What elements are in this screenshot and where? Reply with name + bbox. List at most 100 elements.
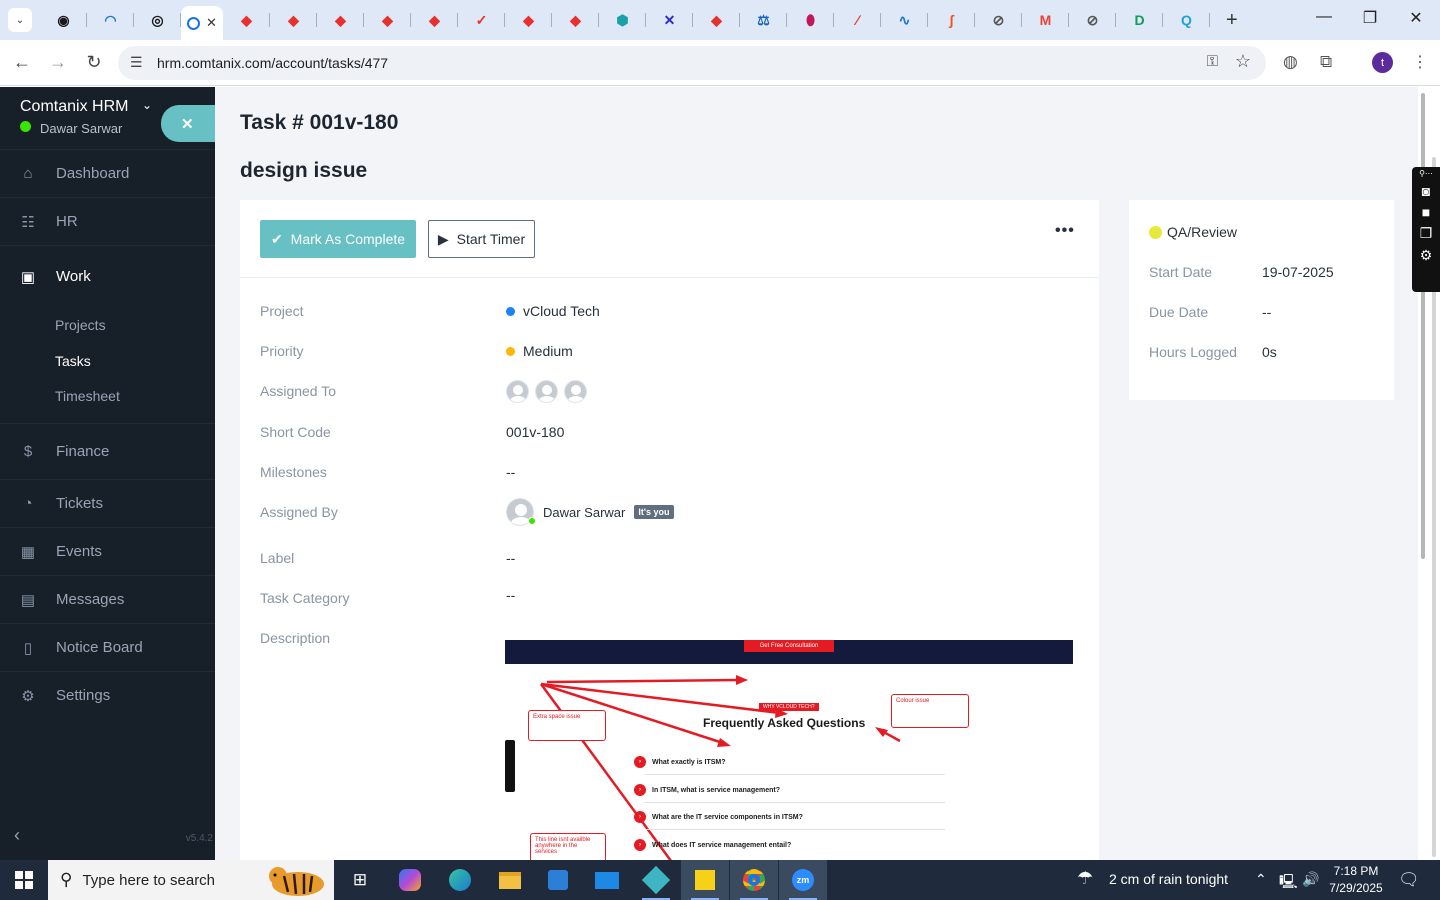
- notification-center-icon[interactable]: 🗨: [1398, 870, 1420, 890]
- search-placeholder: Type here to search: [82, 871, 216, 889]
- browser-tab[interactable]: ◆: [270, 6, 317, 34]
- globe-icon[interactable]: ◍: [1283, 52, 1298, 72]
- browser-tab[interactable]: ◆: [317, 6, 364, 34]
- browser-tab[interactable]: ⚖: [740, 6, 787, 34]
- site-settings-icon[interactable]: ☰: [130, 54, 143, 71]
- taskbar-search-box[interactable]: ⚲ Type here to search: [48, 860, 334, 900]
- browser-tab[interactable]: ⬮: [787, 6, 834, 34]
- faq-divider: [645, 802, 945, 803]
- camera-icon[interactable]: ◙: [1422, 183, 1430, 199]
- store-app-icon[interactable]: [534, 860, 582, 900]
- short-code-value: 001v-180: [506, 424, 565, 440]
- sidebar-item-dashboard[interactable]: ⌂ Dashboard: [0, 149, 215, 197]
- browser-tab[interactable]: ✕: [646, 6, 693, 34]
- browser-tab[interactable]: D: [1116, 6, 1163, 34]
- task-view-icon[interactable]: ⊞: [336, 860, 384, 900]
- minimize-button[interactable]: —: [1309, 8, 1339, 26]
- task-summary-card: QA/Review Start Date 19-07-2025 Due Date…: [1129, 200, 1394, 400]
- new-tab-button[interactable]: +: [1226, 9, 1238, 31]
- browser-tab[interactable]: ⊘: [975, 6, 1022, 34]
- project-link[interactable]: vCloud Tech: [523, 303, 600, 319]
- vscode-app-icon[interactable]: [632, 860, 680, 900]
- chrome-app-icon[interactable]: [730, 860, 778, 900]
- sidebar-item-hr[interactable]: ☷ HR: [0, 197, 215, 245]
- tab-search-chevron-icon[interactable]: ⌄: [8, 8, 32, 32]
- task-category-value: --: [506, 587, 516, 603]
- browser-tab[interactable]: ◆: [693, 6, 740, 34]
- browser-tab-active[interactable]: ✕: [181, 6, 223, 40]
- taskbar-clock[interactable]: 7:18 PM 7/29/2025: [1318, 863, 1394, 897]
- video-icon[interactable]: ■: [1422, 204, 1430, 220]
- network-icon[interactable]: 🖳: [1279, 871, 1298, 895]
- assignee-avatar[interactable]: [506, 380, 529, 403]
- browser-tab[interactable]: ✓: [458, 6, 505, 34]
- windows-start-button[interactable]: [0, 860, 48, 900]
- browser-tab[interactable]: ◎: [134, 6, 181, 34]
- restore-button[interactable]: ❐: [1355, 8, 1385, 28]
- weather-rain-icon[interactable]: ☂: [1077, 868, 1093, 889]
- sidebar-item-finance[interactable]: $ Finance: [0, 423, 215, 479]
- description-screenshot[interactable]: Get Free Consultation WHY VCLOUD TECH? F…: [505, 640, 1073, 860]
- sidebar-subitem-projects[interactable]: Projects: [0, 307, 215, 343]
- profile-avatar[interactable]: t: [1372, 52, 1393, 73]
- file-explorer-icon[interactable]: [486, 860, 534, 900]
- gear-icon[interactable]: ⚙: [1420, 247, 1433, 264]
- close-window-button[interactable]: ✕: [1401, 8, 1431, 28]
- tray-chevron-up-icon[interactable]: ⌃: [1255, 871, 1267, 888]
- mark-complete-button[interactable]: ✔ Mark As Complete: [260, 220, 416, 258]
- chevron-down-icon[interactable]: ⌄: [142, 98, 152, 112]
- url-text[interactable]: hrm.comtanix.com/account/tasks/477: [157, 55, 388, 71]
- collapse-sidebar-chevron-icon[interactable]: ‹: [14, 825, 20, 846]
- browser-tab[interactable]: ◆: [364, 6, 411, 34]
- browser-tab[interactable]: ◆: [411, 6, 458, 34]
- forward-arrow-icon[interactable]: →: [46, 52, 70, 73]
- browser-menu-icon[interactable]: ⋮: [1412, 52, 1428, 72]
- sidebar-subitem-timesheet[interactable]: Timesheet: [0, 379, 215, 423]
- sidebar-item-settings[interactable]: ⚙ Settings: [0, 671, 215, 719]
- close-tab-icon[interactable]: ✕: [206, 15, 217, 31]
- assignee-avatar[interactable]: [564, 380, 587, 403]
- calendar-icon: ▦: [20, 543, 36, 561]
- sidebar-subitem-tasks[interactable]: Tasks: [0, 343, 215, 379]
- copilot-app-icon[interactable]: [386, 860, 434, 900]
- browser-tab[interactable]: ∿: [881, 6, 928, 34]
- sticky-notes-icon[interactable]: [681, 860, 729, 900]
- link-icon[interactable]: ⚲⋯: [1419, 169, 1433, 178]
- back-arrow-icon[interactable]: ←: [10, 52, 34, 73]
- address-bar[interactable]: ☰ hrm.comtanix.com/account/tasks/477 ⚿ ☆: [118, 46, 1266, 80]
- window-icon[interactable]: ❐: [1420, 225, 1433, 242]
- assigner-name[interactable]: Dawar Sarwar: [543, 505, 625, 520]
- sidebar-item-events[interactable]: ▦ Events: [0, 527, 215, 575]
- browser-tab[interactable]: M: [1022, 6, 1069, 34]
- password-key-icon[interactable]: ⚿: [1207, 53, 1218, 70]
- browser-tab[interactable]: ◆: [505, 6, 552, 34]
- sidebar-item-work[interactable]: ▣ Work: [0, 245, 215, 307]
- play-icon: ▶: [437, 230, 449, 247]
- browser-tab[interactable]: ∕: [834, 6, 881, 34]
- scrollbar-thumb[interactable]: [1421, 93, 1425, 559]
- extensions-puzzle-icon[interactable]: ⧉: [1320, 52, 1332, 72]
- browser-tab[interactable]: ◆: [223, 6, 270, 34]
- browser-tab[interactable]: ◉: [40, 6, 87, 34]
- start-timer-button[interactable]: ▶ Start Timer: [428, 220, 535, 258]
- browser-tab[interactable]: ◠: [87, 6, 134, 34]
- company-name[interactable]: Comtanix HRM: [20, 98, 128, 116]
- weather-text[interactable]: 2 cm of rain tonight: [1109, 871, 1228, 887]
- reload-icon[interactable]: ↻: [82, 52, 106, 73]
- zoom-app-icon[interactable]: zm: [779, 860, 827, 900]
- browser-tab[interactable]: Q: [1163, 6, 1210, 34]
- bookmark-star-icon[interactable]: ☆: [1235, 51, 1251, 72]
- sidebar-item-notice-board[interactable]: ▯ Notice Board: [0, 623, 215, 671]
- edge-app-icon[interactable]: [436, 860, 484, 900]
- browser-tab[interactable]: ∫: [928, 6, 975, 34]
- volume-icon[interactable]: 🔊: [1302, 871, 1319, 888]
- sidebar-item-tickets[interactable]: ◔ Tickets: [0, 479, 215, 527]
- more-options-icon[interactable]: •••: [1055, 222, 1075, 240]
- close-sidebar-button[interactable]: ✕: [161, 105, 221, 142]
- sidebar-item-messages[interactable]: ▤ Messages: [0, 575, 215, 623]
- mail-app-icon[interactable]: [583, 860, 631, 900]
- assignee-avatar[interactable]: [535, 380, 558, 403]
- browser-tab[interactable]: ⬢: [599, 6, 646, 34]
- browser-tab[interactable]: ◆: [552, 6, 599, 34]
- browser-tab[interactable]: ⊘: [1069, 6, 1116, 34]
